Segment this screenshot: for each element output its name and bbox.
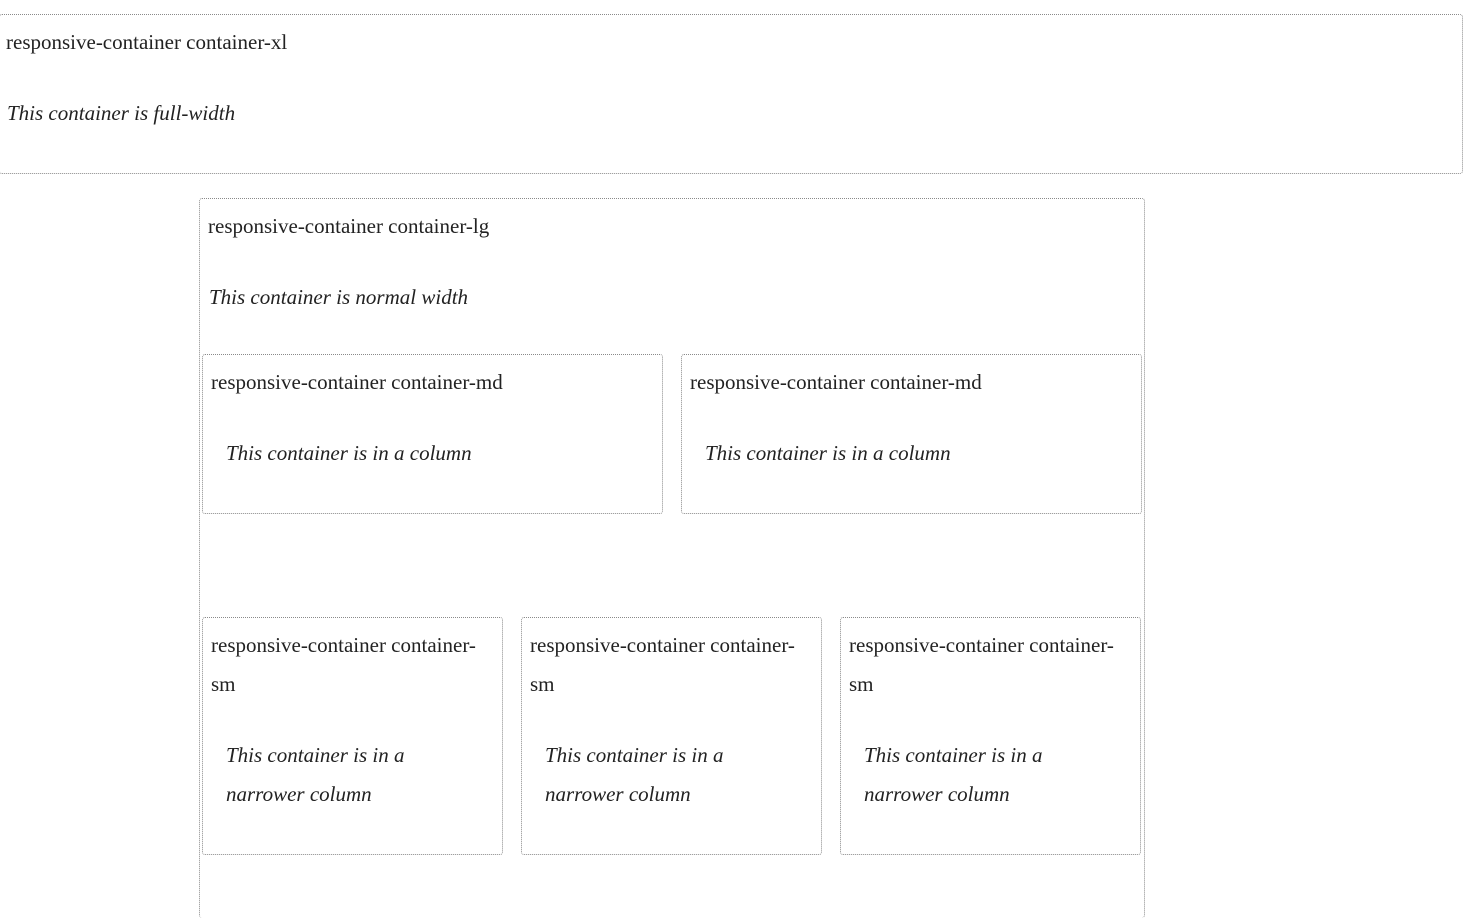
container-xl-note: This container is full-width	[7, 101, 236, 125]
container-md-label: responsive-container container-md	[211, 370, 503, 394]
container-md-note: This container is in a column	[705, 441, 951, 465]
container-sm-label: responsive-container container-sm	[530, 633, 795, 696]
container-sm-column-1: responsive-container container-sm This c…	[202, 617, 503, 855]
container-md-note: This container is in a column	[226, 441, 472, 465]
container-sm-column-3: responsive-container container-sm This c…	[840, 617, 1141, 855]
container-lg-label: responsive-container container-lg	[208, 214, 490, 238]
container-md-column-1: responsive-container container-md This c…	[202, 354, 663, 514]
container-sm-label: responsive-container container-sm	[211, 633, 476, 696]
container-lg-note: This container is normal width	[209, 285, 469, 309]
container-md-label: responsive-container container-md	[690, 370, 982, 394]
container-sm-label: responsive-container container-sm	[849, 633, 1114, 696]
container-xl: responsive-container container-xl This c…	[0, 14, 1463, 174]
container-sm-note: This container is in a narrower column	[545, 743, 724, 806]
container-sm-column-2: responsive-container container-sm This c…	[521, 617, 822, 855]
container-sm-note: This container is in a narrower column	[864, 743, 1043, 806]
container-sm-note: This container is in a narrower column	[226, 743, 405, 806]
container-md-column-2: responsive-container container-md This c…	[681, 354, 1142, 514]
container-xl-label: responsive-container container-xl	[6, 30, 288, 54]
container-lg: responsive-container container-lg This c…	[199, 198, 1145, 918]
